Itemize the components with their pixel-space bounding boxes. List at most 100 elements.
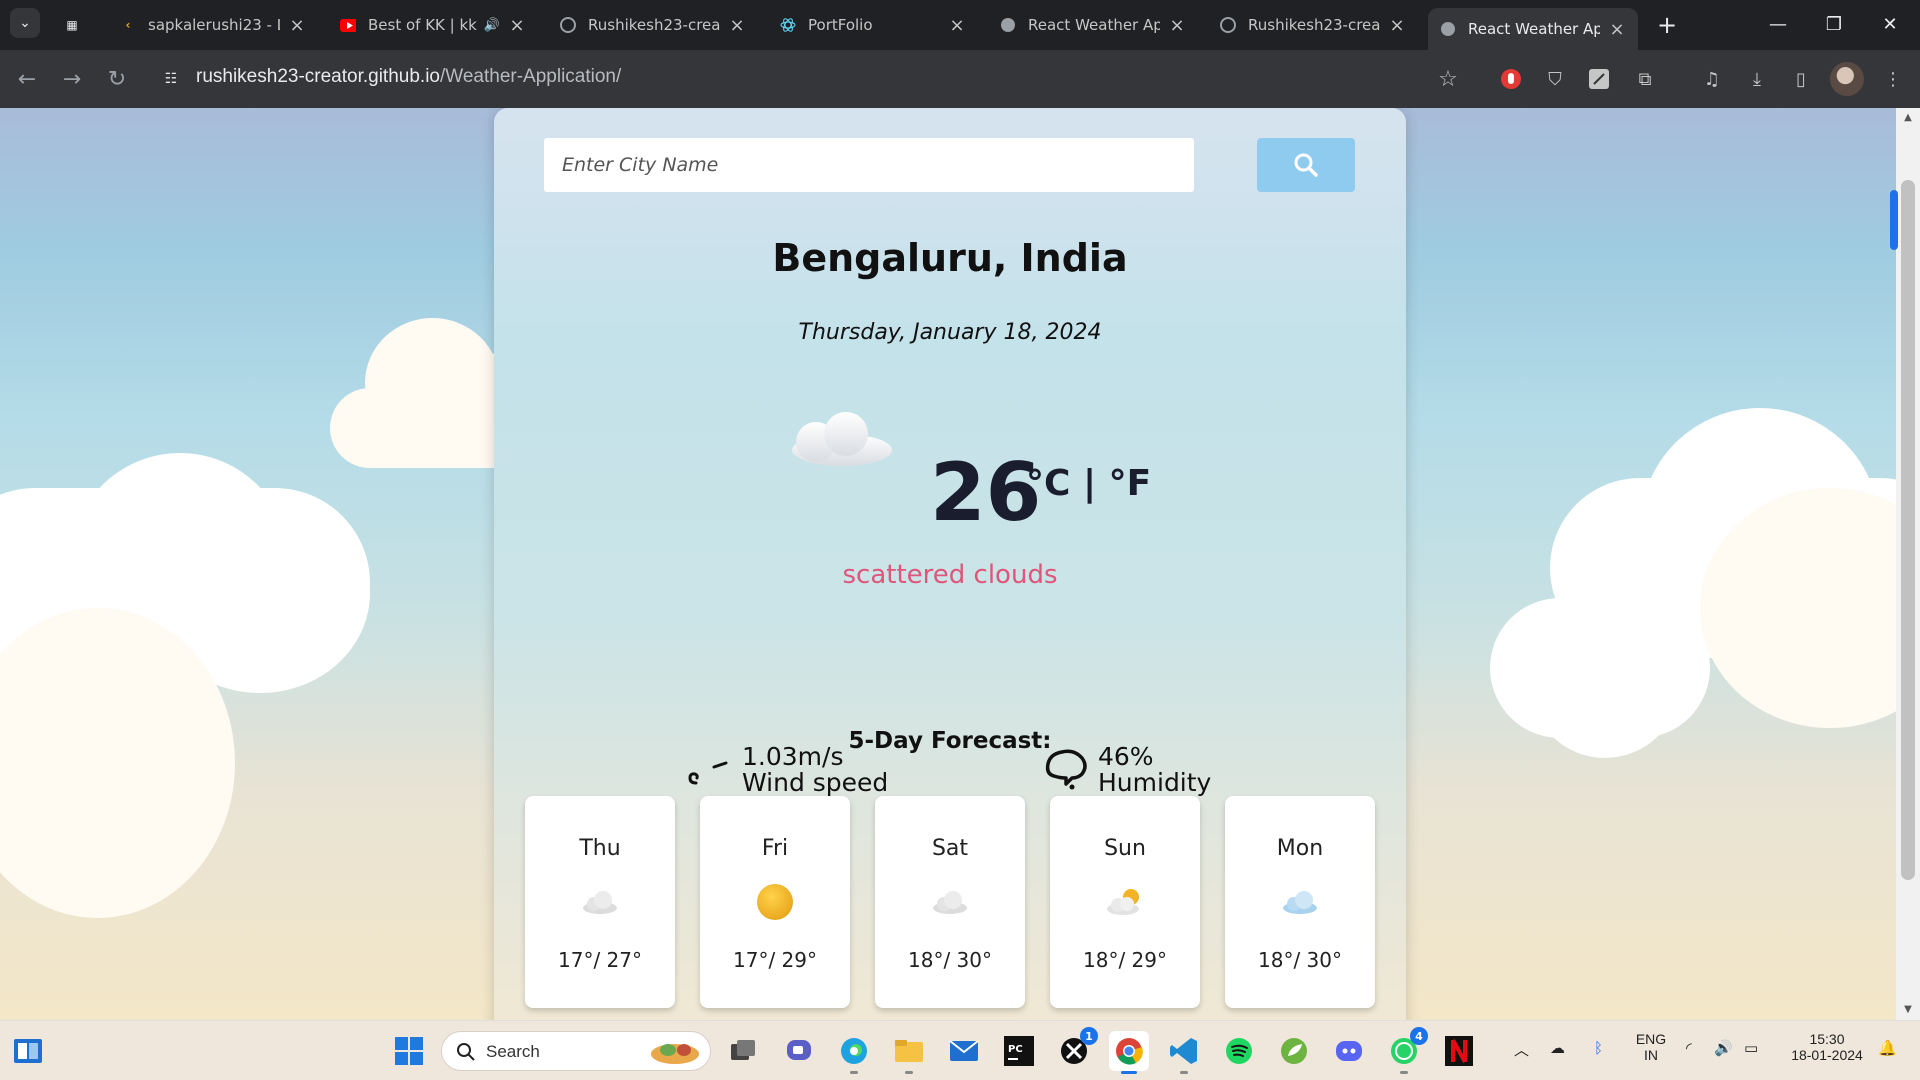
- weather-card: Bengaluru, India Thursday, January 18, 2…: [494, 108, 1406, 1020]
- task-view-icon[interactable]: [723, 1031, 763, 1071]
- reload-button[interactable]: ↻: [100, 62, 134, 96]
- site-info-icon[interactable]: ☷: [156, 62, 186, 96]
- language-indicator[interactable]: ENG IN: [1628, 1031, 1674, 1063]
- side-panel-icon[interactable]: ▯: [1786, 64, 1816, 94]
- globe-icon: [1000, 17, 1016, 33]
- temperature-value: 26: [930, 446, 1042, 539]
- start-button[interactable]: [389, 1031, 429, 1071]
- pycharm-icon[interactable]: PC: [999, 1031, 1039, 1071]
- tab-weather-app[interactable]: React Weather App ×: [988, 8, 1198, 42]
- wifi-icon[interactable]: ◜: [1686, 1039, 1692, 1057]
- youtube-icon: [340, 17, 356, 33]
- shield-icon[interactable]: ⛉: [1540, 64, 1570, 94]
- current-date: Thursday, January 18, 2024: [798, 320, 1102, 345]
- page-scrollbar[interactable]: ▲ ▼: [1896, 108, 1920, 1020]
- whatsapp-badge: 4: [1410, 1027, 1428, 1045]
- globe-icon: [1440, 21, 1456, 37]
- tab-github-2[interactable]: Rushikesh23-creato ×: [1208, 8, 1418, 42]
- extensions-puzzle-icon[interactable]: ⧉: [1630, 64, 1660, 94]
- xbox-badge: 1: [1080, 1027, 1098, 1045]
- more-menu-icon[interactable]: ⋮: [1878, 64, 1908, 94]
- tab-portfolio[interactable]: PortFolio ×: [768, 8, 978, 42]
- tab-label: Rushikesh23-creato: [1248, 16, 1380, 34]
- volume-icon[interactable]: 🔊: [1714, 1039, 1733, 1057]
- forecast-range: 17°/ 29°: [733, 948, 817, 972]
- close-icon[interactable]: ×: [728, 15, 746, 36]
- extension-red-icon[interactable]: [1496, 64, 1526, 94]
- close-icon[interactable]: ×: [1608, 19, 1626, 40]
- leetcode-icon: ‹: [125, 18, 131, 32]
- notifications-icon[interactable]: 🔔: [1878, 1039, 1897, 1057]
- vscode-icon[interactable]: [1164, 1031, 1204, 1074]
- partly-cloudy-icon: [1107, 889, 1139, 915]
- battery-icon[interactable]: ▭: [1744, 1039, 1758, 1057]
- taskbar-search-placeholder: Search: [486, 1042, 540, 1061]
- forecast-range: 18°/ 29°: [1083, 948, 1167, 972]
- close-icon[interactable]: ×: [1168, 15, 1186, 36]
- speaker-icon[interactable]: 🔊: [484, 18, 500, 33]
- tab-search-button[interactable]: ⌄: [10, 8, 40, 38]
- forecast-card: Thu 17°/ 27°: [525, 796, 675, 1008]
- taskbar-search[interactable]: Search: [441, 1031, 711, 1071]
- minimize-button[interactable]: —: [1758, 8, 1798, 40]
- tab-leetcode[interactable]: ‹ sapkalerushi23 - Le ×: [108, 8, 318, 42]
- close-icon[interactable]: ×: [948, 15, 966, 36]
- app-grid-icon: ▦: [66, 18, 78, 32]
- close-window-button[interactable]: ✕: [1870, 8, 1910, 40]
- mail-icon[interactable]: [944, 1031, 984, 1071]
- new-tab-button[interactable]: +: [1652, 10, 1682, 40]
- profile-avatar[interactable]: [1830, 62, 1864, 96]
- city-name: Bengaluru, India: [772, 236, 1128, 280]
- forecast-day: Sun: [1104, 836, 1146, 861]
- weather-description: scattered clouds: [842, 560, 1058, 590]
- tab-github[interactable]: Rushikesh23-creato ×: [548, 8, 758, 42]
- meet-icon[interactable]: [779, 1031, 819, 1071]
- search-icon: [457, 1043, 475, 1061]
- react-icon: [780, 17, 796, 33]
- svg-text:PC: PC: [1008, 1044, 1023, 1055]
- edge-icon[interactable]: [834, 1031, 874, 1074]
- show-hidden-icons[interactable]: ︿: [1514, 1039, 1529, 1060]
- restore-button[interactable]: ❐: [1814, 8, 1854, 40]
- chrome-icon[interactable]: [1109, 1031, 1149, 1074]
- spotify-icon[interactable]: [1219, 1031, 1259, 1071]
- forecast-card: Fri 17°/ 29°: [700, 796, 850, 1008]
- widgets-icon[interactable]: [8, 1031, 48, 1071]
- xbox-icon[interactable]: 1: [1054, 1027, 1098, 1071]
- netflix-icon[interactable]: [1439, 1031, 1479, 1071]
- close-icon[interactable]: ×: [508, 15, 526, 36]
- url-domain: rushikesh23-creator.github.io: [196, 66, 440, 87]
- file-explorer-icon[interactable]: [889, 1031, 929, 1074]
- scroll-down-icon[interactable]: ▼: [1896, 1000, 1920, 1020]
- forecast-range: 17°/ 27°: [558, 948, 642, 972]
- close-icon[interactable]: ×: [288, 15, 306, 36]
- search-button[interactable]: [1257, 138, 1355, 192]
- browser-toolbar: ← → ↻ ☷ rushikesh23-creator.github.io/We…: [0, 50, 1920, 108]
- city-search-input[interactable]: [544, 138, 1194, 192]
- forecast-range: 18°/ 30°: [908, 948, 992, 972]
- bluetooth-icon[interactable]: ᛒ: [1594, 1039, 1603, 1057]
- language-code: ENG: [1635, 1031, 1667, 1047]
- clock[interactable]: 15:30 18-01-2024: [1782, 1031, 1872, 1063]
- unit-toggle[interactable]: °C | °F: [1026, 463, 1151, 504]
- github-icon: [1220, 17, 1236, 33]
- scroll-up-icon[interactable]: ▲: [1896, 108, 1920, 128]
- spring-icon[interactable]: [1274, 1031, 1314, 1071]
- extension-pen-icon[interactable]: [1584, 64, 1614, 94]
- discord-icon[interactable]: [1329, 1031, 1369, 1071]
- scroll-thumb[interactable]: [1901, 180, 1915, 880]
- wind-speed-label: Wind speed: [742, 768, 889, 798]
- close-icon[interactable]: ×: [1388, 15, 1406, 36]
- bookmark-star-icon[interactable]: ☆: [1433, 64, 1463, 94]
- download-icon[interactable]: ⤓: [1742, 64, 1772, 94]
- forward-button[interactable]: →: [55, 62, 89, 96]
- onedrive-icon[interactable]: ☁: [1550, 1039, 1565, 1057]
- address-bar[interactable]: rushikesh23-creator.github.io/Weather-Ap…: [196, 66, 621, 88]
- media-control-icon[interactable]: ♫: [1697, 64, 1727, 94]
- forecast-day: Thu: [579, 836, 621, 861]
- back-button[interactable]: ←: [10, 62, 44, 96]
- tab-weather-app-active[interactable]: React Weather App ×: [1428, 8, 1638, 50]
- whatsapp-icon[interactable]: 4: [1384, 1027, 1428, 1074]
- tab-youtube[interactable]: Best of KK | kk s 🔊 ×: [328, 8, 538, 42]
- pinned-tab[interactable]: ▦: [52, 8, 98, 42]
